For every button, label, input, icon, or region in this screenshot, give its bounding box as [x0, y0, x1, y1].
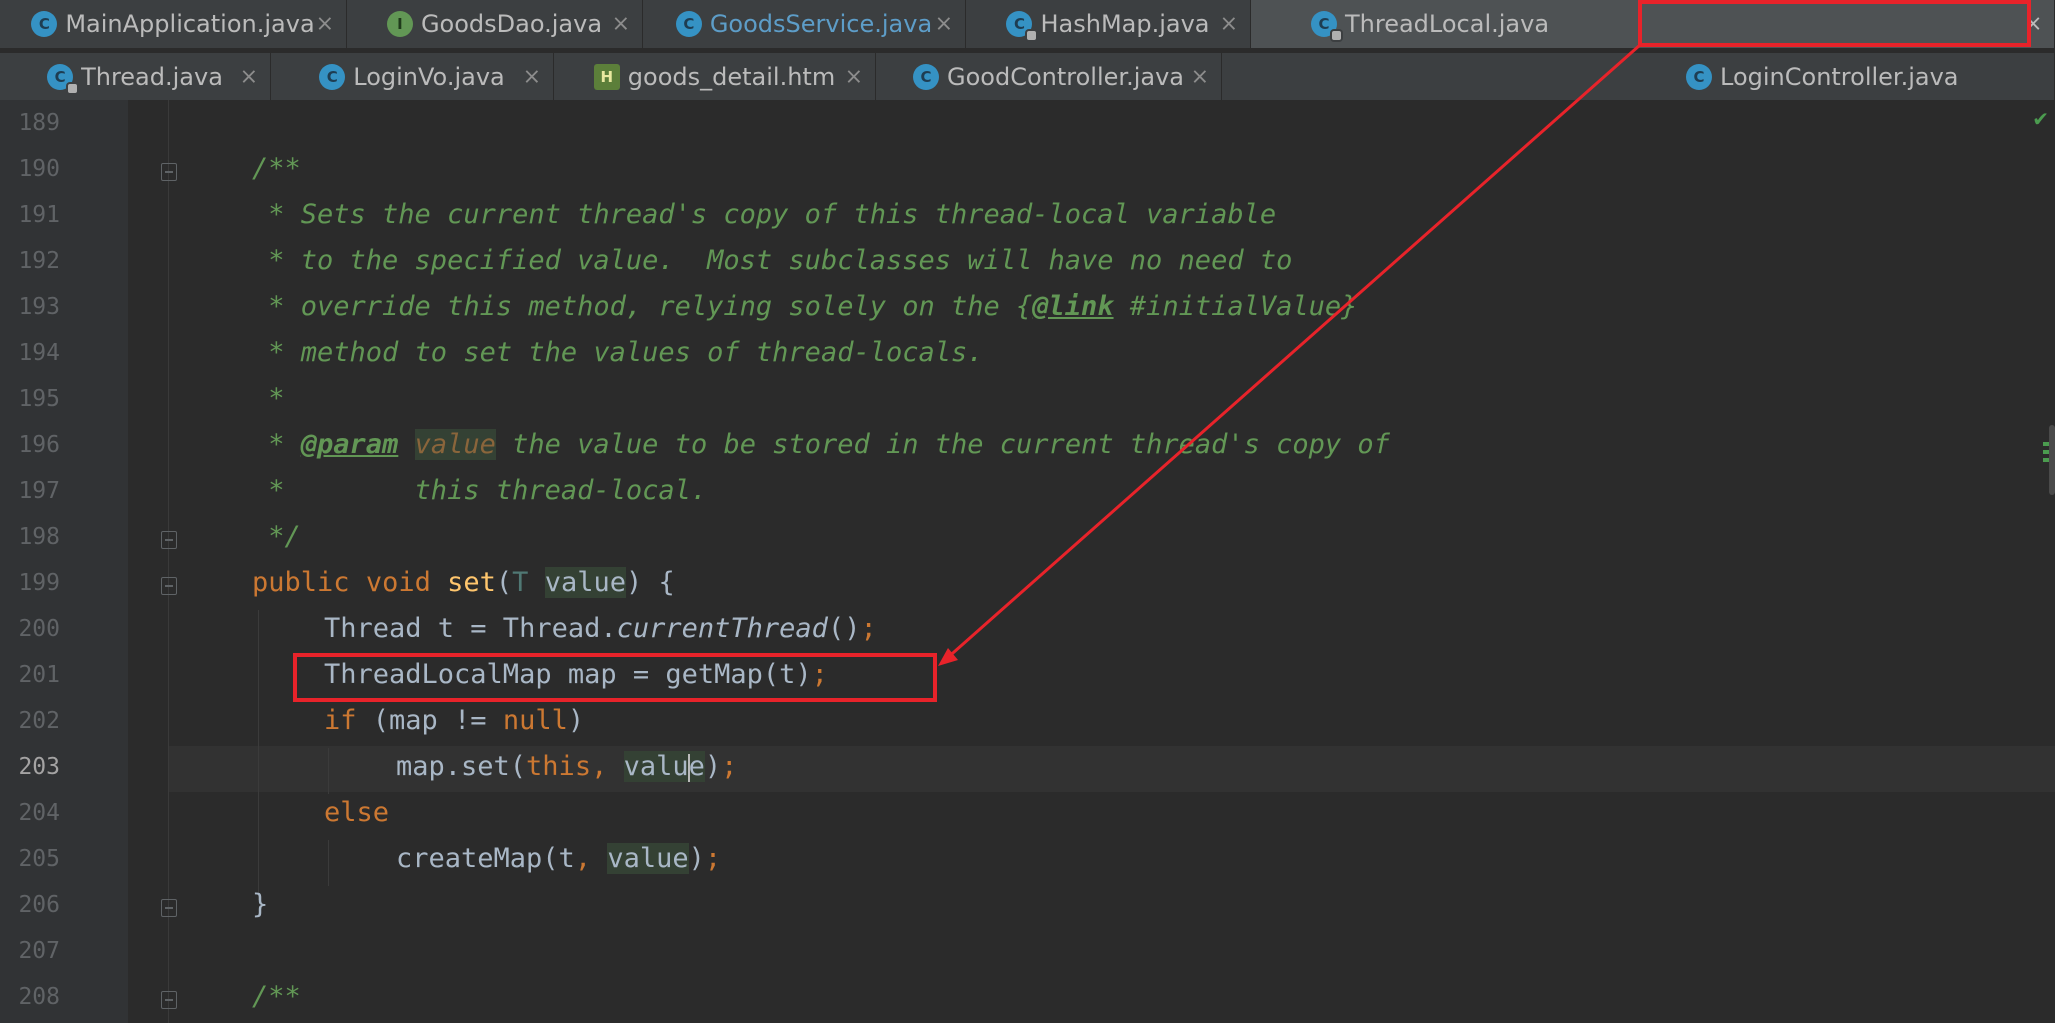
annotation-arrow	[938, 43, 1641, 666]
